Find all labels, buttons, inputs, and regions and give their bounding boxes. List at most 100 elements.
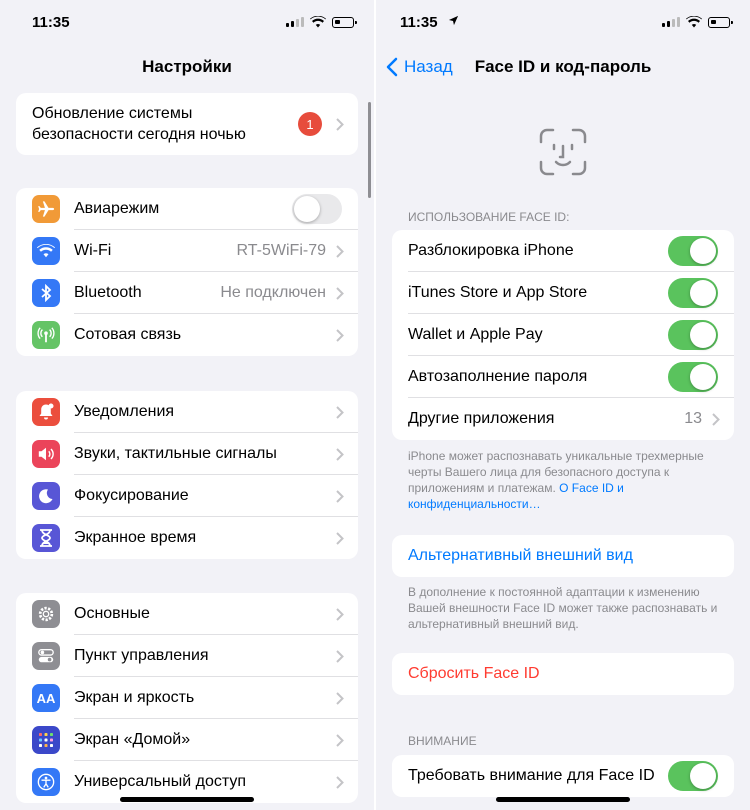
chevron-right-icon	[336, 244, 344, 258]
row-label: Уведомления	[74, 403, 175, 420]
bluetooth-status-value: Не подключен	[220, 284, 326, 301]
airplane-icon	[32, 195, 60, 223]
page-title: Настройки	[142, 57, 232, 76]
battery-icon	[332, 16, 357, 28]
row-label: iTunes Store и App Store	[408, 284, 588, 301]
home-grid-icon	[32, 726, 60, 754]
chevron-right-icon	[336, 607, 344, 621]
chevron-right-icon	[336, 489, 344, 503]
home-indicator[interactable]	[496, 797, 630, 802]
settings-row-sounds[interactable]: Звуки, тактильные сигналы	[16, 433, 358, 475]
row-label: Bluetooth	[74, 284, 142, 301]
chevron-right-icon	[336, 286, 344, 300]
password-autofill-toggle[interactable]	[668, 362, 718, 392]
row-label: Пункт управления	[74, 647, 209, 664]
wifi-status-icon	[686, 16, 702, 28]
status-bar: 11:35	[376, 0, 750, 48]
update-group: Обновление системы безопасности сегодня …	[16, 93, 358, 155]
bell-icon	[32, 398, 60, 426]
settings-row-bluetooth[interactable]: Bluetooth Не подключен	[16, 272, 358, 314]
update-label-line1: Обновление системы	[32, 105, 193, 122]
attention-header: ВНИМАНИЕ	[408, 734, 477, 748]
row-label: Требовать внимание для Face ID	[408, 767, 655, 784]
settings-row-screen-time[interactable]: Экранное время	[16, 517, 358, 559]
chevron-right-icon	[336, 328, 344, 342]
row-label: Фокусирование	[74, 487, 189, 504]
chevron-right-icon	[336, 691, 344, 705]
switches-icon	[32, 642, 60, 670]
require-attention-row: Требовать внимание для Face ID	[392, 755, 734, 797]
row-label: Основные	[74, 605, 150, 622]
itunes-app-store-row: iTunes Store и App Store	[392, 272, 734, 314]
home-indicator[interactable]	[120, 797, 254, 802]
face-id-icon	[539, 128, 587, 176]
settings-row-notifications[interactable]: Уведомления	[16, 391, 358, 433]
accessibility-icon	[32, 768, 60, 796]
unlock-iphone-row: Разблокировка iPhone	[392, 230, 734, 272]
chevron-right-icon	[336, 117, 344, 131]
row-label: Универсальный доступ	[74, 773, 247, 790]
password-autofill-row: Автозаполнение пароля	[392, 356, 734, 398]
reset-face-id-button[interactable]: Сбросить Face ID	[392, 653, 734, 695]
settings-row-focus[interactable]: Фокусирование	[16, 475, 358, 517]
other-apps-row[interactable]: Другие приложения 13	[392, 398, 734, 440]
row-label: Разблокировка iPhone	[408, 242, 574, 259]
row-label: Альтернативный внешний вид	[408, 547, 633, 564]
footer-text: iPhone может распознавать уникальные тре…	[408, 449, 704, 495]
wifi-network-value: RT-5WiFi-79	[236, 242, 327, 259]
wallet-apple-pay-row: Wallet и Apple Pay	[392, 314, 734, 356]
update-badge: 1	[298, 112, 322, 136]
unlock-iphone-toggle[interactable]	[668, 236, 718, 266]
settings-row-general[interactable]: Основные	[16, 593, 358, 635]
airplane-toggle[interactable]	[292, 194, 342, 224]
row-label: Wi-Fi	[74, 242, 112, 259]
row-label: Экранное время	[74, 529, 197, 546]
row-label: Другие приложения	[408, 410, 555, 427]
row-label: Сбросить Face ID	[408, 665, 540, 682]
row-label: Автозаполнение пароля	[408, 368, 588, 385]
settings-pane: 11:35 Настройки Обновление системы безоп…	[0, 0, 374, 810]
face-id-use-footer: iPhone может распознавать уникальные тре…	[408, 448, 722, 512]
settings-row-airplane[interactable]: Авиарежим	[16, 188, 358, 230]
use-face-id-header: ИСПОЛЬЗОВАНИЕ FACE ID:	[408, 210, 570, 224]
alternate-appearance-button[interactable]: Альтернативный внешний вид	[392, 535, 734, 577]
notifications-group: Уведомления Звуки, тактильные сигналы Фо…	[16, 391, 358, 559]
settings-row-control-center[interactable]: Пункт управления	[16, 635, 358, 677]
connectivity-group: Авиарежим Wi-Fi RT-5WiFi-79 Bluetooth Не…	[16, 188, 358, 356]
update-label-line2: безопасности сегодня ночью	[32, 126, 246, 143]
general-group: Основные Пункт управления AA Экран и ярк…	[16, 593, 358, 803]
wallet-apple-pay-toggle[interactable]	[668, 320, 718, 350]
speaker-icon	[32, 440, 60, 468]
status-time: 11:35	[400, 14, 438, 31]
alternate-appearance-group: Альтернативный внешний вид	[392, 535, 734, 577]
chevron-right-icon	[336, 775, 344, 789]
other-apps-count: 13	[684, 410, 702, 427]
settings-row-display[interactable]: AA Экран и яркость	[16, 677, 358, 719]
page-title: Face ID и код-пароль	[474, 57, 652, 76]
row-label: Авиарежим	[74, 200, 160, 217]
battery-icon	[708, 16, 733, 28]
wifi-icon	[32, 237, 60, 265]
row-label: Wallet и Apple Pay	[408, 326, 543, 343]
scrollbar[interactable]	[368, 102, 371, 198]
chevron-right-icon	[336, 447, 344, 461]
alternate-appearance-footer: В дополнение к постоянной адаптации к из…	[408, 585, 718, 631]
chevron-right-icon	[336, 649, 344, 663]
face-id-pane: 11:35 Назад Face ID и код-пароль ИСПОЛЬЗ…	[376, 0, 750, 810]
row-label: Экран и яркость	[74, 689, 195, 706]
row-label: Сотовая связь	[74, 326, 182, 343]
require-attention-toggle[interactable]	[668, 761, 718, 791]
chevron-right-icon	[336, 733, 344, 747]
cellular-icon	[32, 321, 60, 349]
signal-icon	[286, 17, 304, 27]
wifi-status-icon	[310, 16, 326, 28]
status-bar: 11:35	[0, 0, 374, 48]
settings-row-home-screen[interactable]: Экран «Домой»	[16, 719, 358, 761]
row-label: Экран «Домой»	[74, 731, 191, 748]
hourglass-icon	[32, 524, 60, 552]
itunes-app-store-toggle[interactable]	[668, 278, 718, 308]
system-update-row[interactable]: Обновление системы безопасности сегодня …	[16, 93, 358, 155]
settings-row-cellular[interactable]: Сотовая связь	[16, 314, 358, 356]
settings-row-wifi[interactable]: Wi-Fi RT-5WiFi-79	[16, 230, 358, 272]
row-label: Звуки, тактильные сигналы	[74, 445, 277, 462]
